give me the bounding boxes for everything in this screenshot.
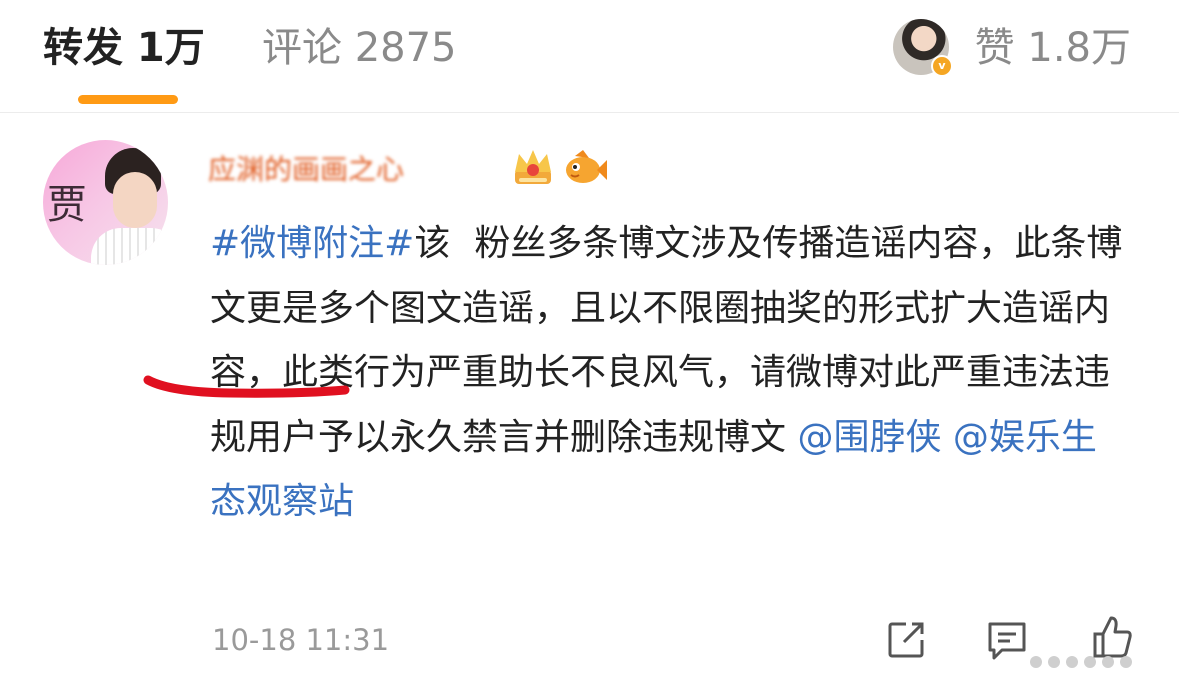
comment-icon[interactable]	[986, 620, 1028, 660]
watermark	[1030, 645, 1132, 679]
red-annotation-underline	[143, 375, 350, 398]
tab-like[interactable]: 赞 1.8万	[975, 20, 1131, 76]
tab-bar: 转发 1万 评论 2875 v 赞 1.8万	[0, 0, 1179, 112]
user-avatar[interactable]: 贾	[43, 140, 168, 265]
verified-badge-icon: v	[931, 55, 953, 77]
crown-icon	[515, 150, 551, 184]
divider	[0, 112, 1179, 113]
fish-icon	[566, 150, 607, 183]
tab-repost[interactable]: 转发 1万	[43, 20, 205, 76]
share-icon[interactable]	[886, 620, 926, 660]
username[interactable]: 应渊的画画之心	[208, 150, 404, 190]
redaction-mask	[450, 230, 475, 260]
post-text-segment: 该	[414, 223, 451, 264]
post-timestamp: 10-18 11:31	[212, 623, 390, 657]
hashtag-link[interactable]: #微博附注#	[210, 223, 414, 264]
mention-link[interactable]: @围脖侠	[797, 417, 941, 458]
active-tab-indicator	[78, 95, 178, 104]
tab-comment[interactable]: 评论 2875	[262, 20, 457, 76]
